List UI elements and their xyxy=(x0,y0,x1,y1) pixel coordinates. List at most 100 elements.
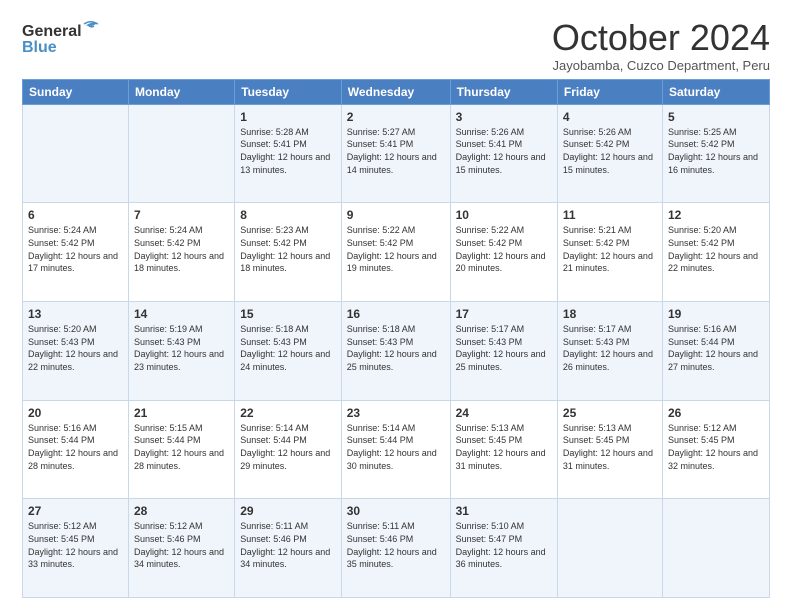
day-number: 18 xyxy=(563,306,657,322)
day-info: Sunrise: 5:28 AM Sunset: 5:41 PM Dayligh… xyxy=(240,126,336,176)
calendar-cell xyxy=(23,104,129,203)
day-number: 17 xyxy=(456,306,552,322)
day-number: 11 xyxy=(563,207,657,223)
day-info: Sunrise: 5:27 AM Sunset: 5:41 PM Dayligh… xyxy=(347,126,445,176)
day-info: Sunrise: 5:23 AM Sunset: 5:42 PM Dayligh… xyxy=(240,224,336,274)
month-title: October 2024 xyxy=(552,18,770,58)
page: General Blue October 2024 Jayobamba, Cuz… xyxy=(0,0,792,612)
calendar-cell: 17Sunrise: 5:17 AM Sunset: 5:43 PM Dayli… xyxy=(450,301,557,400)
day-info: Sunrise: 5:18 AM Sunset: 5:43 PM Dayligh… xyxy=(347,323,445,373)
calendar-cell: 14Sunrise: 5:19 AM Sunset: 5:43 PM Dayli… xyxy=(128,301,234,400)
day-info: Sunrise: 5:17 AM Sunset: 5:43 PM Dayligh… xyxy=(456,323,552,373)
calendar-cell: 12Sunrise: 5:20 AM Sunset: 5:42 PM Dayli… xyxy=(662,203,769,302)
calendar-cell: 3Sunrise: 5:26 AM Sunset: 5:41 PM Daylig… xyxy=(450,104,557,203)
day-info: Sunrise: 5:12 AM Sunset: 5:45 PM Dayligh… xyxy=(668,422,764,472)
calendar-cell: 27Sunrise: 5:12 AM Sunset: 5:45 PM Dayli… xyxy=(23,499,129,598)
day-info: Sunrise: 5:14 AM Sunset: 5:44 PM Dayligh… xyxy=(347,422,445,472)
day-info: Sunrise: 5:12 AM Sunset: 5:46 PM Dayligh… xyxy=(134,520,229,570)
day-info: Sunrise: 5:20 AM Sunset: 5:42 PM Dayligh… xyxy=(668,224,764,274)
day-info: Sunrise: 5:24 AM Sunset: 5:42 PM Dayligh… xyxy=(28,224,123,274)
day-info: Sunrise: 5:11 AM Sunset: 5:46 PM Dayligh… xyxy=(240,520,336,570)
day-info: Sunrise: 5:22 AM Sunset: 5:42 PM Dayligh… xyxy=(347,224,445,274)
logo-svg: General Blue xyxy=(22,18,112,60)
calendar-table: SundayMondayTuesdayWednesdayThursdayFrid… xyxy=(22,79,770,598)
calendar-cell: 11Sunrise: 5:21 AM Sunset: 5:42 PM Dayli… xyxy=(557,203,662,302)
day-number: 21 xyxy=(134,405,229,421)
calendar-cell: 8Sunrise: 5:23 AM Sunset: 5:42 PM Daylig… xyxy=(235,203,342,302)
day-info: Sunrise: 5:26 AM Sunset: 5:42 PM Dayligh… xyxy=(563,126,657,176)
day-info: Sunrise: 5:21 AM Sunset: 5:42 PM Dayligh… xyxy=(563,224,657,274)
header-row: SundayMondayTuesdayWednesdayThursdayFrid… xyxy=(23,79,770,104)
calendar-cell xyxy=(662,499,769,598)
day-info: Sunrise: 5:11 AM Sunset: 5:46 PM Dayligh… xyxy=(347,520,445,570)
day-number: 24 xyxy=(456,405,552,421)
calendar-cell: 22Sunrise: 5:14 AM Sunset: 5:44 PM Dayli… xyxy=(235,400,342,499)
day-header-wednesday: Wednesday xyxy=(341,79,450,104)
day-info: Sunrise: 5:24 AM Sunset: 5:42 PM Dayligh… xyxy=(134,224,229,274)
day-info: Sunrise: 5:16 AM Sunset: 5:44 PM Dayligh… xyxy=(668,323,764,373)
calendar-cell: 21Sunrise: 5:15 AM Sunset: 5:44 PM Dayli… xyxy=(128,400,234,499)
day-info: Sunrise: 5:20 AM Sunset: 5:43 PM Dayligh… xyxy=(28,323,123,373)
calendar-cell: 9Sunrise: 5:22 AM Sunset: 5:42 PM Daylig… xyxy=(341,203,450,302)
week-row-5: 27Sunrise: 5:12 AM Sunset: 5:45 PM Dayli… xyxy=(23,499,770,598)
day-info: Sunrise: 5:12 AM Sunset: 5:45 PM Dayligh… xyxy=(28,520,123,570)
calendar-cell: 23Sunrise: 5:14 AM Sunset: 5:44 PM Dayli… xyxy=(341,400,450,499)
day-info: Sunrise: 5:26 AM Sunset: 5:41 PM Dayligh… xyxy=(456,126,552,176)
location: Jayobamba, Cuzco Department, Peru xyxy=(552,58,770,73)
day-number: 22 xyxy=(240,405,336,421)
calendar-cell: 29Sunrise: 5:11 AM Sunset: 5:46 PM Dayli… xyxy=(235,499,342,598)
day-number: 4 xyxy=(563,109,657,125)
day-info: Sunrise: 5:25 AM Sunset: 5:42 PM Dayligh… xyxy=(668,126,764,176)
calendar-cell: 20Sunrise: 5:16 AM Sunset: 5:44 PM Dayli… xyxy=(23,400,129,499)
day-header-tuesday: Tuesday xyxy=(235,79,342,104)
title-block: October 2024 Jayobamba, Cuzco Department… xyxy=(552,18,770,73)
day-number: 12 xyxy=(668,207,764,223)
calendar-cell: 30Sunrise: 5:11 AM Sunset: 5:46 PM Dayli… xyxy=(341,499,450,598)
day-info: Sunrise: 5:18 AM Sunset: 5:43 PM Dayligh… xyxy=(240,323,336,373)
calendar-cell: 28Sunrise: 5:12 AM Sunset: 5:46 PM Dayli… xyxy=(128,499,234,598)
day-number: 9 xyxy=(347,207,445,223)
day-number: 28 xyxy=(134,503,229,519)
calendar-cell: 4Sunrise: 5:26 AM Sunset: 5:42 PM Daylig… xyxy=(557,104,662,203)
day-number: 8 xyxy=(240,207,336,223)
day-header-friday: Friday xyxy=(557,79,662,104)
day-number: 15 xyxy=(240,306,336,322)
day-number: 3 xyxy=(456,109,552,125)
day-number: 13 xyxy=(28,306,123,322)
day-header-thursday: Thursday xyxy=(450,79,557,104)
day-number: 5 xyxy=(668,109,764,125)
calendar-cell: 15Sunrise: 5:18 AM Sunset: 5:43 PM Dayli… xyxy=(235,301,342,400)
day-info: Sunrise: 5:14 AM Sunset: 5:44 PM Dayligh… xyxy=(240,422,336,472)
day-number: 2 xyxy=(347,109,445,125)
calendar-cell xyxy=(128,104,234,203)
day-header-sunday: Sunday xyxy=(23,79,129,104)
day-number: 29 xyxy=(240,503,336,519)
day-number: 16 xyxy=(347,306,445,322)
calendar-cell: 6Sunrise: 5:24 AM Sunset: 5:42 PM Daylig… xyxy=(23,203,129,302)
day-number: 23 xyxy=(347,405,445,421)
svg-text:General: General xyxy=(22,23,82,40)
day-number: 30 xyxy=(347,503,445,519)
day-info: Sunrise: 5:13 AM Sunset: 5:45 PM Dayligh… xyxy=(563,422,657,472)
day-info: Sunrise: 5:16 AM Sunset: 5:44 PM Dayligh… xyxy=(28,422,123,472)
day-number: 7 xyxy=(134,207,229,223)
svg-text:Blue: Blue xyxy=(22,39,57,56)
calendar-cell: 5Sunrise: 5:25 AM Sunset: 5:42 PM Daylig… xyxy=(662,104,769,203)
calendar-cell: 1Sunrise: 5:28 AM Sunset: 5:41 PM Daylig… xyxy=(235,104,342,203)
calendar-cell: 24Sunrise: 5:13 AM Sunset: 5:45 PM Dayli… xyxy=(450,400,557,499)
calendar-cell: 2Sunrise: 5:27 AM Sunset: 5:41 PM Daylig… xyxy=(341,104,450,203)
calendar-cell: 31Sunrise: 5:10 AM Sunset: 5:47 PM Dayli… xyxy=(450,499,557,598)
day-number: 20 xyxy=(28,405,123,421)
header: General Blue October 2024 Jayobamba, Cuz… xyxy=(22,18,770,73)
calendar-cell: 13Sunrise: 5:20 AM Sunset: 5:43 PM Dayli… xyxy=(23,301,129,400)
day-number: 1 xyxy=(240,109,336,125)
day-number: 14 xyxy=(134,306,229,322)
calendar-cell: 7Sunrise: 5:24 AM Sunset: 5:42 PM Daylig… xyxy=(128,203,234,302)
day-info: Sunrise: 5:19 AM Sunset: 5:43 PM Dayligh… xyxy=(134,323,229,373)
day-header-monday: Monday xyxy=(128,79,234,104)
week-row-1: 1Sunrise: 5:28 AM Sunset: 5:41 PM Daylig… xyxy=(23,104,770,203)
day-number: 31 xyxy=(456,503,552,519)
day-info: Sunrise: 5:13 AM Sunset: 5:45 PM Dayligh… xyxy=(456,422,552,472)
calendar-cell: 19Sunrise: 5:16 AM Sunset: 5:44 PM Dayli… xyxy=(662,301,769,400)
calendar-cell: 16Sunrise: 5:18 AM Sunset: 5:43 PM Dayli… xyxy=(341,301,450,400)
